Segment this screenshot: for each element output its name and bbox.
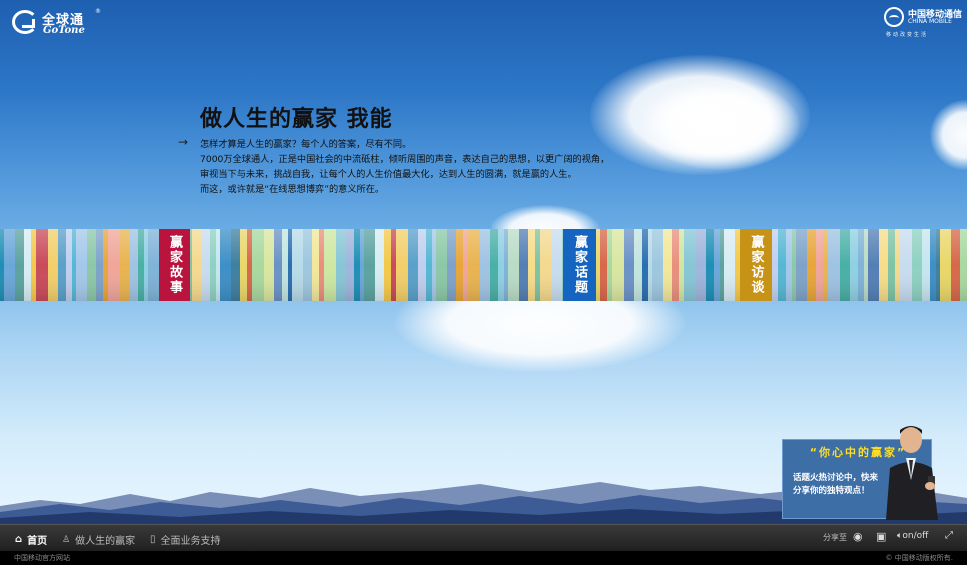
share-cube-icon[interactable]: ▣ <box>876 530 886 543</box>
china-mobile-logo-en: CHINA MOBILE <box>908 18 952 25</box>
phone-icon: ▯ <box>150 534 156 545</box>
cloud <box>640 80 800 170</box>
sound-toggle[interactable]: 🔈︎on/off <box>897 531 928 541</box>
footer: 中国移动官方网站 © 中国移动版权所有. <box>0 551 967 565</box>
hero-stage: 全球通 GoTone ® 中国移动通信 CHINA MOBILE 移动改变生活 … <box>0 0 967 524</box>
nav-home[interactable]: ⌂ 首页 <box>15 532 47 547</box>
china-mobile-tagline: 移动改变生活 <box>886 32 929 38</box>
cloud <box>930 100 967 170</box>
bottom-navbar: ⌂ 首页 ♙ 做人生的赢家 ▯ 全面业务支持 分享至 ◉ ▣ 🔈︎on/off … <box>0 524 967 551</box>
stripe-shine <box>0 229 967 301</box>
nav-win-life[interactable]: ♙ 做人生的赢家 <box>62 532 136 548</box>
nav-support-label: 全面业务支持 <box>160 536 221 547</box>
intro-line: 而这，或许就是“在线思想博弈”的意义所在。 <box>200 184 385 195</box>
promo-line: 分享你的独特观点！ <box>793 486 870 496</box>
intro-line: 怎样才算是人生的赢家？每个人的答案，尽有不同。 <box>200 139 412 150</box>
weibo-icon[interactable]: ◉ <box>853 530 863 543</box>
person-icon: ♙ <box>62 534 71 545</box>
stripe-band <box>0 229 967 301</box>
copyright-text: © 中国移动版权所有. <box>885 554 953 562</box>
intro-paragraph: 怎样才算是人生的赢家？每个人的答案，尽有不同。 7000万全球通人，正是中国社会… <box>200 137 660 197</box>
registered-mark: ® <box>95 8 101 15</box>
promo-line: 话题火热讨论中，快来 <box>793 473 879 483</box>
arrow-right-icon: → <box>178 135 189 149</box>
footer-left-text[interactable]: 中国移动官方网站 <box>14 553 70 563</box>
nav-home-label: 首页 <box>27 536 48 547</box>
intro-line: 审视当下与未来，挑战自我，让每个人的人生价值最大化，达到人生的圆满，就是赢的人生… <box>200 169 577 180</box>
page-title: 做人生的赢家 我能 <box>200 106 393 132</box>
share-label: 分享至 <box>823 533 847 542</box>
tab-winner-interview[interactable]: 赢家访谈 <box>740 229 772 301</box>
gotone-logo-en: GoTone <box>43 25 85 36</box>
nav-win-label: 做人生的赢家 <box>75 536 136 547</box>
promo-widget[interactable]: “你心中的赢家” 话题火热讨论中，快来 分享你的独特观点！ <box>782 420 967 520</box>
home-icon: ⌂ <box>15 534 23 545</box>
tab-winner-story[interactable]: 赢家故事 <box>159 229 190 301</box>
stripe-band-graphic <box>0 229 967 301</box>
nav-business-support[interactable]: ▯ 全面业务支持 <box>150 532 221 547</box>
sound-label: on/off <box>902 531 929 541</box>
china-mobile-logo-icon <box>884 7 904 27</box>
gotone-logo-icon <box>12 10 38 34</box>
china-mobile-logo[interactable]: 中国移动通信 CHINA MOBILE 移动改变生活 <box>884 6 964 40</box>
spokesperson-image <box>886 426 938 520</box>
intro-line: 7000万全球通人，正是中国社会的中流砥柱，倾听周围的声音，表达自己的思想，以更… <box>200 154 610 165</box>
tab-winner-topic[interactable]: 赢家话题 <box>563 229 596 301</box>
fullscreen-icon[interactable]: ⤢ <box>945 530 953 541</box>
gotone-logo[interactable]: 全球通 GoTone ® <box>12 8 102 38</box>
